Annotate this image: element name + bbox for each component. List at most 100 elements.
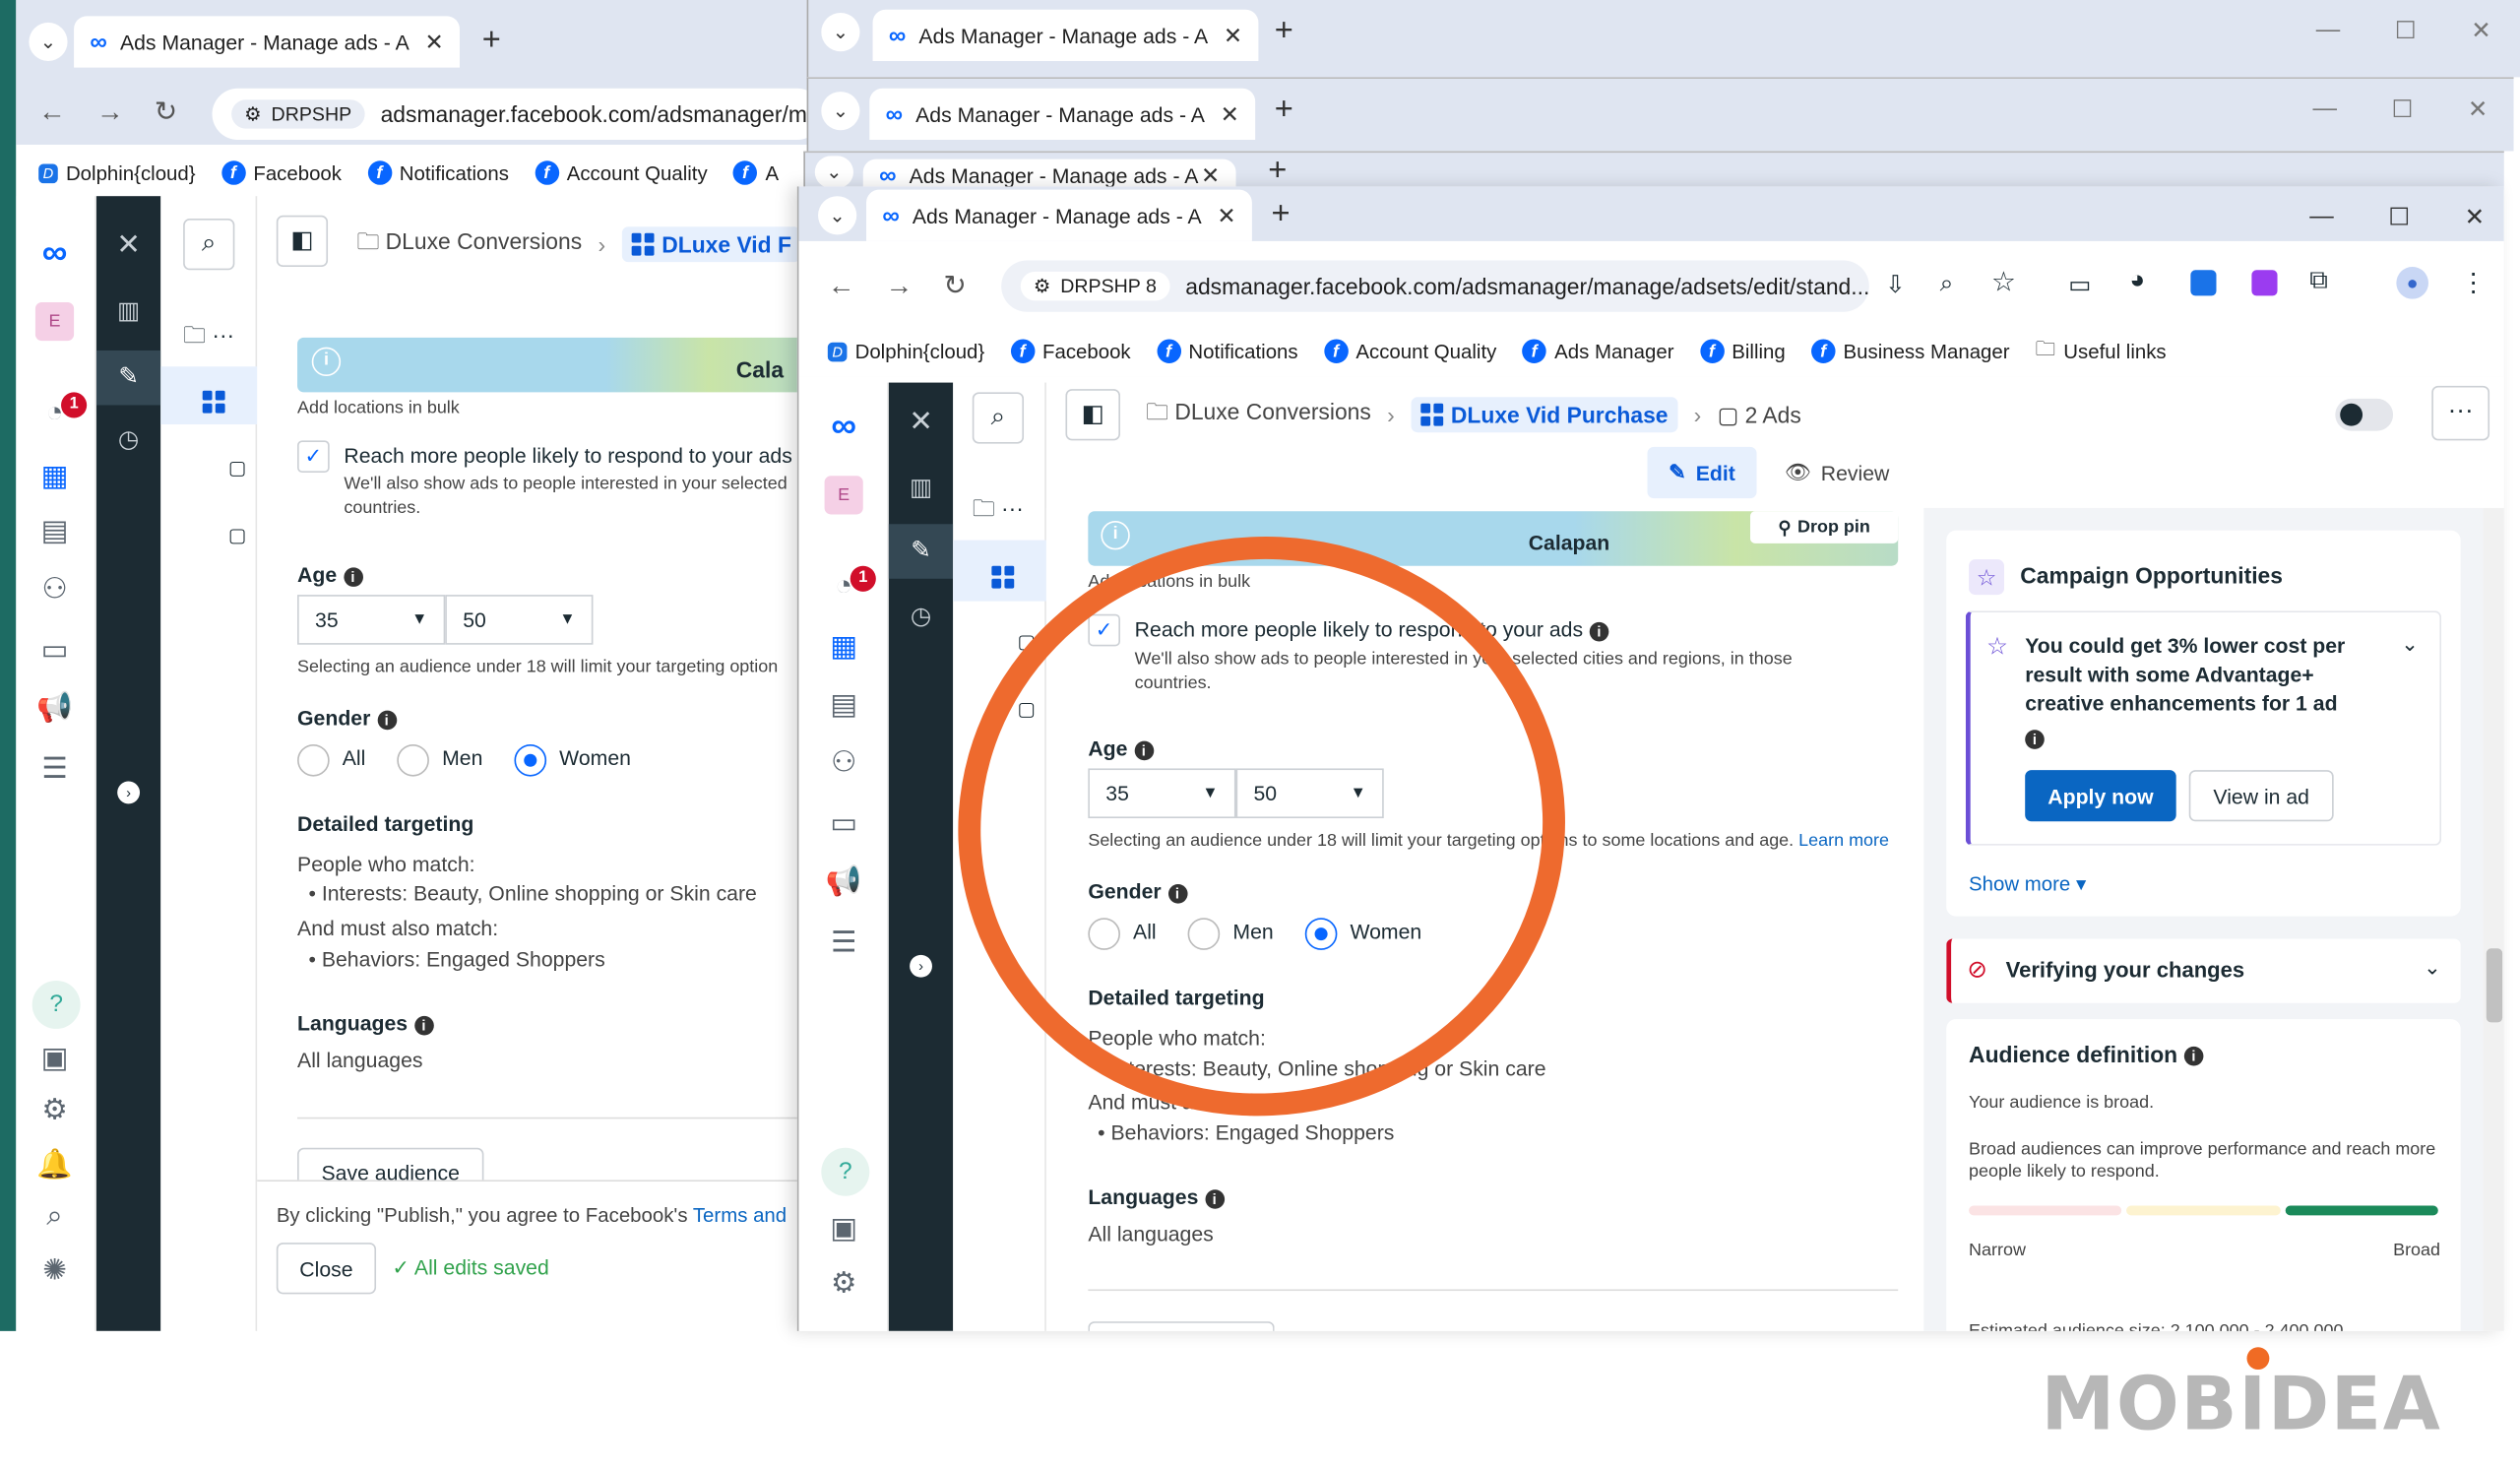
- tab-search-chevron[interactable]: ⌄: [29, 22, 68, 62]
- bookmark-star-icon[interactable]: ☆: [1991, 267, 2016, 299]
- bookmark-business-manager[interactable]: f Business Manager: [1810, 339, 2010, 363]
- bookmark-facebook[interactable]: f Facebook: [220, 160, 342, 185]
- view-in-ad-button[interactable]: View in ad: [2188, 770, 2334, 822]
- crumb-ads[interactable]: ▢ 2 Ads: [1718, 401, 1801, 428]
- menu-icon[interactable]: ☰: [821, 926, 866, 959]
- scrollbar-thumb[interactable]: [2486, 948, 2503, 1023]
- save-audience-button[interactable]: [1088, 1321, 1275, 1331]
- active-tab[interactable]: ∞ Ads Manager - Manage ads - A ✕: [866, 189, 1252, 241]
- crumb-campaign[interactable]: 🗀 DLuxe Conversions: [356, 225, 582, 264]
- apply-now-button[interactable]: Apply now: [2025, 770, 2176, 822]
- new-tab-button[interactable]: +: [1271, 196, 1290, 233]
- maximize-icon[interactable]: ☐: [2388, 203, 2410, 231]
- crumb-campaign[interactable]: 🗀 DLuxe Conversions: [1146, 396, 1371, 434]
- learn-more-link[interactable]: Learn more: [1798, 831, 1889, 851]
- tab-search-chevron[interactable]: ⌄: [814, 156, 853, 189]
- edit-pencil-icon[interactable]: ✎: [95, 350, 161, 406]
- chart-icon[interactable]: ▥: [889, 473, 953, 502]
- account-avatar[interactable]: E: [824, 476, 863, 515]
- new-tab-button[interactable]: +: [1275, 92, 1293, 129]
- help-icon[interactable]: ?: [821, 1147, 870, 1196]
- bug-icon[interactable]: ✺: [32, 1254, 78, 1288]
- age-min-select[interactable]: 35 ▼: [297, 595, 446, 645]
- menu-icon[interactable]: ☰: [32, 752, 78, 786]
- bookmark-billing[interactable]: f Billing: [1699, 339, 1786, 363]
- address-bar[interactable]: ⚙ DRPSHP adsmanager.facebook.com/adsmanag…: [212, 88, 807, 141]
- bookmark-notifications[interactable]: f Notifications: [367, 160, 509, 185]
- tab-search-chevron[interactable]: ⌄: [821, 13, 860, 52]
- show-more-link[interactable]: Show more ▾: [1969, 871, 2086, 896]
- crumb-adset[interactable]: DLuxe Vid F: [621, 226, 801, 263]
- close-window-icon[interactable]: ✕: [2468, 95, 2488, 124]
- profile-avatar-icon[interactable]: ●: [2396, 267, 2429, 299]
- minimize-icon[interactable]: —: [2309, 203, 2333, 231]
- close-tab-icon[interactable]: ✕: [424, 29, 443, 56]
- install-app-icon[interactable]: ⇩: [1885, 270, 1906, 299]
- close-editor-icon[interactable]: ✕: [96, 228, 160, 262]
- location-map[interactable]: [297, 337, 807, 393]
- megaphone-icon[interactable]: 📢: [821, 864, 866, 898]
- news-icon[interactable]: ▣: [32, 1042, 78, 1075]
- bookmark-ads-manager[interactable]: f Ads Manager: [1522, 339, 1674, 363]
- tab-search-chevron[interactable]: ⌄: [821, 92, 860, 131]
- history-clock-icon[interactable]: ◷: [96, 424, 160, 454]
- bookmark-dolphin[interactable]: D Dolphin{cloud}: [38, 161, 196, 184]
- bookmark-dolphin[interactable]: D Dolphin{cloud}: [827, 340, 984, 362]
- folder-icon[interactable]: 🗀 ···: [973, 492, 1024, 531]
- add-locations-bulk-link[interactable]: Add locations in bulk: [297, 399, 460, 418]
- expand-chevron-icon[interactable]: ›: [117, 781, 141, 804]
- adset-node[interactable]: [160, 366, 258, 425]
- close-editor-icon[interactable]: ✕: [889, 405, 953, 438]
- chevron-down-icon[interactable]: ⌄: [2401, 632, 2419, 658]
- camera-icon[interactable]: ▭: [2068, 270, 2091, 299]
- close-window-icon[interactable]: ✕: [2465, 203, 2486, 231]
- zoom-icon[interactable]: ⌕: [1940, 270, 1954, 297]
- meta-logo-icon[interactable]: ∞: [32, 231, 78, 273]
- profile-pill[interactable]: ⚙ DRPSHP 8: [1020, 271, 1169, 301]
- back-tab[interactable]: ∞ Ads Manager - Manage ads - A ✕: [74, 16, 460, 68]
- reports-icon[interactable]: ▤: [32, 514, 78, 547]
- toggle-sidebar-icon[interactable]: ◧: [1065, 389, 1120, 441]
- settings-gear-icon[interactable]: ⚙: [32, 1093, 78, 1126]
- close-tab-icon[interactable]: ✕: [1224, 22, 1242, 49]
- bookmark-account-quality[interactable]: f Account Quality: [535, 160, 708, 185]
- toggle-sidebar-icon[interactable]: ◧: [276, 215, 329, 268]
- age-max-select[interactable]: 50 ▼: [445, 595, 594, 645]
- reload-icon[interactable]: ↻: [155, 96, 177, 129]
- gender-men-radio[interactable]: Men: [397, 743, 482, 777]
- expand-chevron-icon[interactable]: ›: [910, 954, 932, 978]
- cookie-icon[interactable]: ◕: [2129, 267, 2145, 295]
- billing-card-icon[interactable]: ▭: [32, 633, 78, 667]
- tab[interactable]: ∞ Ads Manager - Manage ads - A ✕: [869, 88, 1256, 141]
- folder-icon[interactable]: 🗀 ···: [183, 318, 234, 356]
- bookmark-notifications[interactable]: f Notifications: [1156, 339, 1298, 363]
- campaigns-table-icon[interactable]: ▦: [821, 630, 866, 664]
- search-icon[interactable]: ⌕: [183, 219, 235, 271]
- reach-checkbox[interactable]: ✓: [297, 440, 330, 474]
- ad-node-icon[interactable]: ▢: [228, 524, 247, 546]
- new-tab-button[interactable]: +: [482, 23, 501, 60]
- drop-pin-button[interactable]: ⚲ Drop pin: [1750, 511, 1899, 543]
- meta-logo-icon[interactable]: ∞: [821, 405, 866, 446]
- d-extension-icon[interactable]: [2251, 270, 2278, 296]
- help-icon[interactable]: ?: [32, 980, 81, 1029]
- close-tab-icon[interactable]: ✕: [1217, 202, 1235, 229]
- billing-card-icon[interactable]: ▭: [821, 807, 866, 841]
- forward-arrow-icon[interactable]: →: [96, 96, 124, 129]
- close-tab-icon[interactable]: ✕: [1201, 161, 1220, 189]
- browser-menu-icon[interactable]: ⋮: [2461, 267, 2487, 299]
- verifying-card[interactable]: ⊘ Verifying your changes ⌄: [1946, 938, 2461, 1003]
- campaigns-table-icon[interactable]: ▦: [32, 460, 78, 493]
- account-avatar[interactable]: E: [34, 301, 75, 342]
- bookmark-account-quality[interactable]: f Account Quality: [1323, 339, 1496, 363]
- close-tab-icon[interactable]: ✕: [1221, 100, 1239, 128]
- tab[interactable]: ∞ Ads Manager - Manage ads - A ✕: [862, 159, 1236, 190]
- chart-icon[interactable]: ▥: [96, 295, 160, 325]
- new-tab-button[interactable]: +: [1268, 153, 1287, 190]
- more-options-button[interactable]: ···: [2431, 385, 2490, 441]
- ad-node-icon[interactable]: ▢: [228, 457, 247, 479]
- bookmark-a[interactable]: fA: [732, 160, 779, 185]
- bookmark-useful-links[interactable]: 🗀 Useful links: [2036, 335, 2167, 368]
- maximize-icon[interactable]: ☐: [2391, 95, 2413, 124]
- terms-link[interactable]: Terms and: [693, 1204, 787, 1227]
